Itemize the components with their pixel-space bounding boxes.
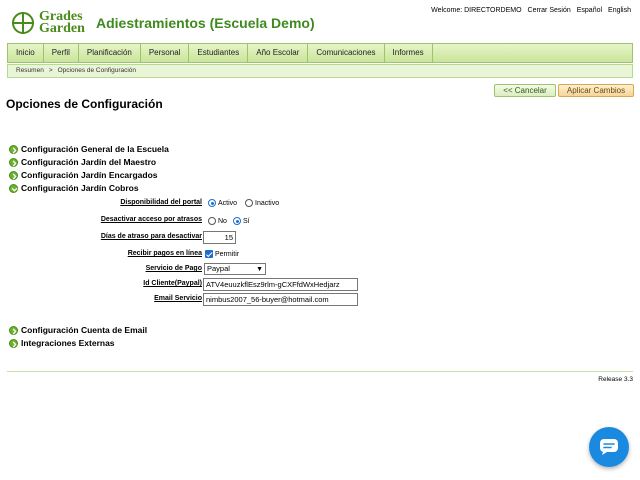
main-nav: Inicio Perfil Planificación Personal Est… xyxy=(7,43,633,63)
portal-active-radio[interactable] xyxy=(208,199,216,207)
online-payments-checkbox[interactable] xyxy=(205,250,213,258)
breadcrumb-root[interactable]: Resumen xyxy=(16,65,44,77)
deactivate-yes-radio[interactable] xyxy=(233,217,241,225)
chevron-right-icon xyxy=(9,157,18,167)
deactivate-no-radio[interactable] xyxy=(208,217,216,225)
section-label: Configuración Cuenta de Email xyxy=(21,325,148,335)
portal-inactive-radio[interactable] xyxy=(245,199,253,207)
section-integraciones-externas[interactable]: Integraciones Externas xyxy=(9,338,115,348)
online-payments-text: Permitir xyxy=(215,250,240,258)
portal-inactive-text: Inactivo xyxy=(255,199,280,207)
deactivate-yes-option[interactable]: Sí xyxy=(233,217,250,225)
deactivate-access-label: Desactivar acceso por atrasos xyxy=(100,216,202,223)
chevron-right-icon xyxy=(9,144,18,154)
portal-inactive-option[interactable]: Inactivo xyxy=(245,199,279,207)
nav-item-comunicaciones[interactable]: Comunicaciones xyxy=(308,44,385,62)
nav-item-personal[interactable]: Personal xyxy=(141,44,190,62)
section-jardin-cobros[interactable]: Configuración Jardín Cobros xyxy=(9,183,139,193)
deactivate-yes-text: Sí xyxy=(243,217,250,225)
cancel-button[interactable]: << Cancelar xyxy=(494,84,556,97)
section-jardin-maestro[interactable]: Configuración Jardín del Maestro xyxy=(9,157,156,167)
online-payments-option[interactable]: Permitir xyxy=(205,250,239,258)
chat-bubble-icon xyxy=(600,439,618,455)
apply-changes-button[interactable]: Aplicar Cambios xyxy=(558,84,634,97)
footer-divider xyxy=(7,371,633,372)
section-jardin-encargados[interactable]: Configuración Jardín Encargados xyxy=(9,170,158,180)
logout-link[interactable]: Cerrar Sesión xyxy=(528,7,571,14)
logo-text-line2: Garden xyxy=(39,21,85,36)
payment-service-value: Paypal xyxy=(207,264,230,273)
chevron-down-icon: ▼ xyxy=(256,266,263,273)
portal-active-text: Activo xyxy=(218,199,238,207)
nav-item-perfil[interactable]: Perfil xyxy=(44,44,79,62)
deactivate-no-text: No xyxy=(218,217,227,225)
section-label: Configuración Jardín Encargados xyxy=(21,170,158,180)
client-id-label: Id Cliente(Paypal) xyxy=(143,280,202,287)
nav-item-inicio[interactable]: Inicio xyxy=(8,44,44,62)
welcome-text: Welcome: DIRECTORDEMO xyxy=(431,7,522,14)
nav-item-informes[interactable]: Informes xyxy=(385,44,433,62)
page-title: Opciones de Configuración xyxy=(6,97,163,111)
grades-garden-logo[interactable]: Grades Garden xyxy=(8,10,90,36)
chevron-down-icon xyxy=(9,183,18,193)
nav-item-planificacion[interactable]: Planificación xyxy=(79,44,141,62)
chevron-right-icon xyxy=(9,170,18,180)
breadcrumb-current: Opciones de Configuración xyxy=(57,67,137,74)
globe-icon xyxy=(12,12,34,34)
breadcrumb-separator: > xyxy=(48,67,53,74)
chevron-right-icon xyxy=(9,325,18,335)
online-payments-label: Recibir pagos en línea xyxy=(127,250,202,257)
section-cuenta-email[interactable]: Configuración Cuenta de Email xyxy=(9,325,147,335)
chat-widget-button[interactable] xyxy=(589,427,629,467)
breadcrumb: Resumen > Opciones de Configuración xyxy=(7,64,633,78)
lang-en-link[interactable]: English xyxy=(608,7,631,14)
section-label: Configuración Jardín Cobros xyxy=(21,183,139,193)
release-version: Release 3.3 xyxy=(598,376,633,383)
days-overdue-input[interactable]: 15 xyxy=(203,231,236,244)
client-id-input[interactable]: ATV4euuzkflEsz9rlm-gCXFfdWxHedjarz xyxy=(203,278,358,291)
app-title: Adiestramientos (Escuela Demo) xyxy=(96,15,315,31)
days-overdue-label: Días de atraso para desactivar xyxy=(100,233,202,240)
nav-item-estudiantes[interactable]: Estudiantes xyxy=(189,44,249,62)
service-email-input[interactable]: nimbus2007_56-buyer@hotmail.com xyxy=(203,293,358,306)
service-email-label: Email Servicio xyxy=(154,295,202,302)
nav-item-ano-escolar[interactable]: Año Escolar xyxy=(248,44,309,62)
portal-availability-label: Disponibilidad del portal xyxy=(120,199,202,206)
top-links: Welcome: DIRECTORDEMO Cerrar Sesión Espa… xyxy=(431,7,631,14)
lang-es-link[interactable]: Español xyxy=(577,7,602,14)
section-general-escuela[interactable]: Configuración General de la Escuela xyxy=(9,144,169,154)
payment-service-label: Servicio de Pago xyxy=(145,265,202,272)
payment-service-select[interactable]: Paypal ▼ xyxy=(204,263,266,275)
chevron-right-icon xyxy=(9,338,18,348)
section-label: Configuración General de la Escuela xyxy=(21,144,169,154)
portal-active-option[interactable]: Activo xyxy=(208,199,237,207)
section-label: Configuración Jardín del Maestro xyxy=(21,157,157,167)
deactivate-no-option[interactable]: No xyxy=(208,217,227,225)
section-label: Integraciones Externas xyxy=(21,338,115,348)
